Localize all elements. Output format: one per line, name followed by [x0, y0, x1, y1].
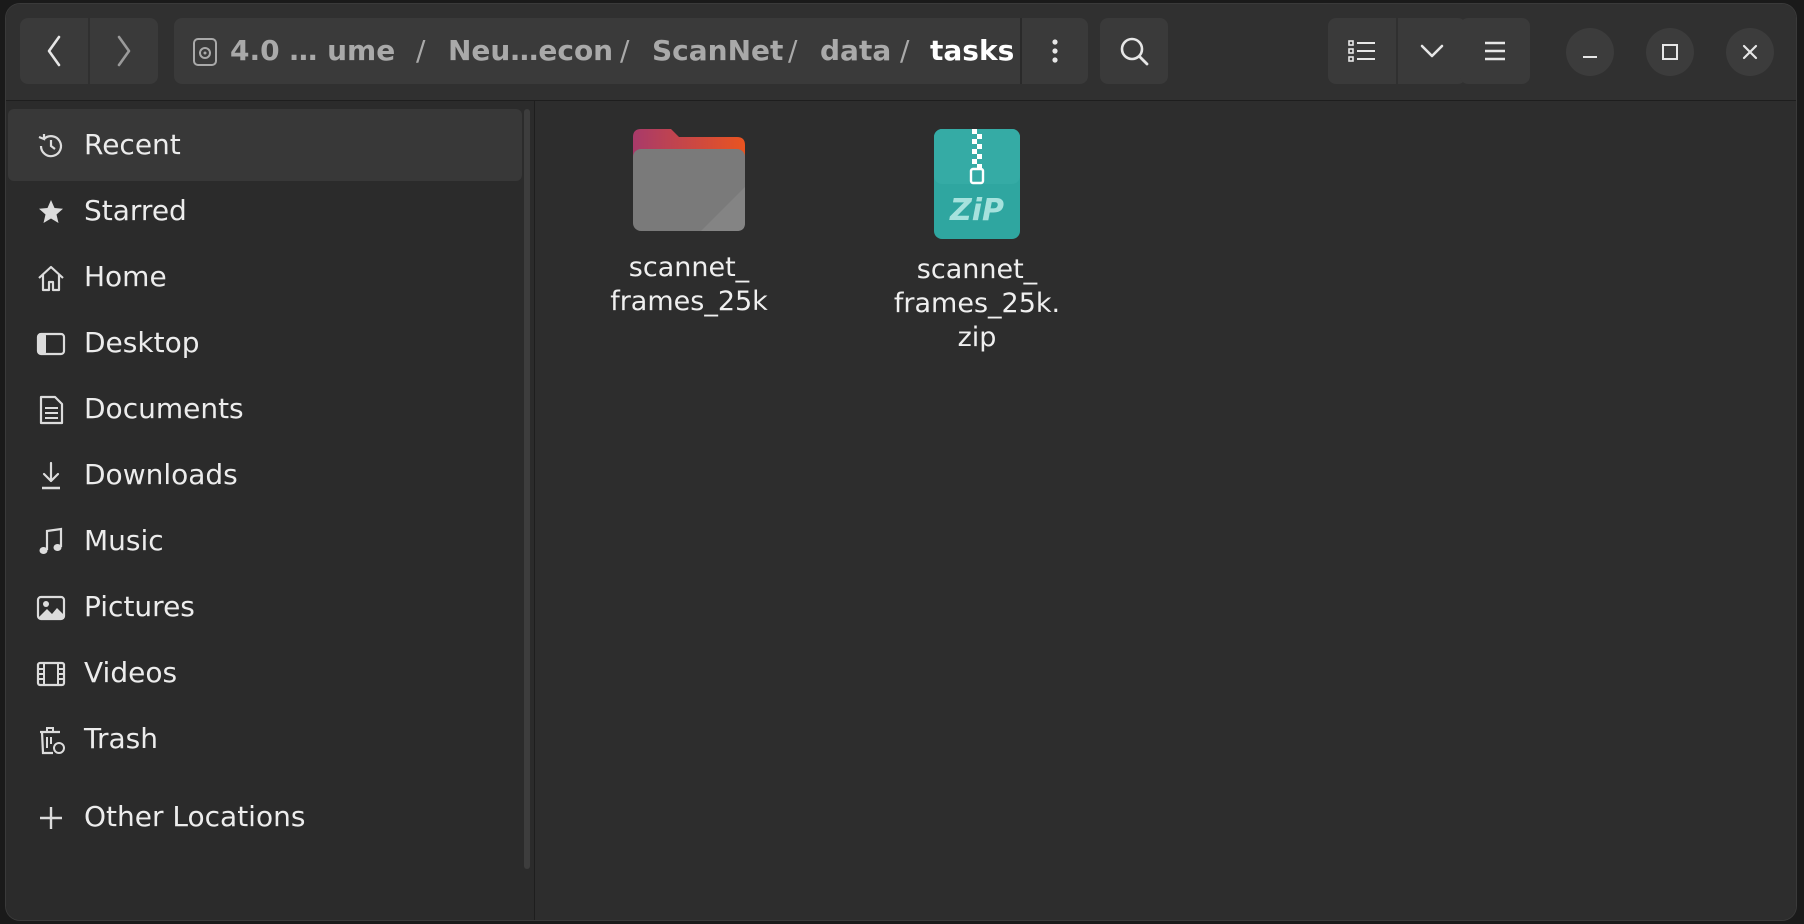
- breadcrumb-neurecon[interactable]: Neu…econ: [448, 18, 613, 84]
- sidebar-item-label: Starred: [84, 194, 187, 227]
- file-view: scannet_ frames_25k ZiP scannet_ frames_…: [535, 101, 1796, 920]
- breadcrumb-separator: /: [900, 34, 910, 67]
- breadcrumb-data[interactable]: data: [820, 18, 891, 84]
- breadcrumb-separator: /: [620, 34, 630, 67]
- sidebar-item-label: Music: [84, 524, 164, 557]
- path-bar: 4.0 … ume / Neu…econ / ScanNet / data / …: [174, 18, 1088, 84]
- forward-button[interactable]: [90, 18, 158, 84]
- sidebar-item-desktop[interactable]: Desktop: [8, 307, 522, 379]
- sidebar-item-recent[interactable]: Recent: [8, 109, 522, 181]
- star-icon: [36, 197, 66, 227]
- view-options-button[interactable]: [1398, 18, 1466, 84]
- sidebar-item-label: Home: [84, 260, 167, 293]
- video-icon: [36, 659, 66, 689]
- zip-archive-icon: ZiP: [934, 129, 1020, 239]
- hamburger-menu-icon: [1485, 41, 1505, 61]
- home-icon: [36, 263, 66, 293]
- sidebar-scrollbar[interactable]: [524, 109, 530, 869]
- folder-icon: [633, 129, 745, 231]
- trash-icon: [36, 725, 66, 755]
- sidebar-item-label: Documents: [84, 392, 244, 425]
- breadcrumb-drive[interactable]: 4.0 … ume: [230, 18, 395, 84]
- sidebar-item-documents[interactable]: Documents: [8, 373, 522, 445]
- file-name-line: frames_25k.: [893, 288, 1061, 319]
- picture-icon: [36, 593, 66, 623]
- maximize-icon: [1662, 44, 1678, 60]
- chevron-left-icon: [47, 35, 61, 67]
- main-menu-button[interactable]: [1460, 18, 1530, 84]
- back-button[interactable]: [20, 18, 88, 84]
- desktop-icon: [36, 329, 66, 359]
- file-manager-window: 4.0 … ume / Neu…econ / ScanNet / data / …: [6, 4, 1796, 920]
- sidebar-item-downloads[interactable]: Downloads: [8, 439, 522, 511]
- svg-text:ZiP: ZiP: [949, 193, 1004, 228]
- file-name-line: scannet_: [916, 254, 1038, 285]
- file-name: scannet_ frames_25k. zip: [877, 253, 1077, 355]
- sidebar: Recent Starred Home Desktop Documents Do…: [6, 101, 535, 920]
- drive-icon: [192, 38, 218, 70]
- view-list-button[interactable]: [1328, 18, 1396, 84]
- file-name-line: scannet_: [628, 252, 750, 283]
- sidebar-item-label: Other Locations: [84, 800, 306, 833]
- breadcrumb-tasks[interactable]: tasks: [930, 18, 1014, 84]
- minimize-icon: [1583, 56, 1597, 58]
- search-icon: [1120, 37, 1149, 66]
- sidebar-item-videos[interactable]: Videos: [8, 637, 522, 709]
- maximize-button[interactable]: [1646, 28, 1694, 76]
- sidebar-item-label: Recent: [84, 128, 181, 161]
- sidebar-item-other-locations[interactable]: Other Locations: [8, 781, 522, 853]
- sidebar-item-trash[interactable]: Trash: [8, 703, 522, 775]
- breadcrumb-scannet[interactable]: ScanNet: [652, 18, 783, 84]
- download-icon: [36, 461, 66, 491]
- minimize-button[interactable]: [1566, 28, 1614, 76]
- search-button[interactable]: [1100, 18, 1168, 84]
- sidebar-item-music[interactable]: Music: [8, 505, 522, 577]
- sidebar-item-home[interactable]: Home: [8, 241, 522, 313]
- sidebar-item-label: Videos: [84, 656, 178, 689]
- music-icon: [36, 527, 66, 557]
- plus-icon: [36, 803, 66, 833]
- sidebar-item-label: Trash: [84, 722, 158, 755]
- list-view-icon: [1348, 40, 1375, 62]
- file-item-folder[interactable]: scannet_ frames_25k: [589, 127, 789, 319]
- file-name-line: frames_25k: [610, 286, 768, 317]
- close-button[interactable]: [1726, 28, 1774, 76]
- vertical-dots-icon: [1052, 39, 1058, 63]
- sidebar-item-label: Downloads: [84, 458, 238, 491]
- file-item-zip[interactable]: ZiP scannet_ frames_25k. zip: [877, 127, 1077, 355]
- sidebar-item-pictures[interactable]: Pictures: [8, 571, 522, 643]
- clock-icon: [36, 131, 66, 161]
- breadcrumb-separator: /: [788, 34, 798, 67]
- file-name-line: zip: [957, 322, 997, 353]
- sidebar-item-starred[interactable]: Starred: [8, 175, 522, 247]
- breadcrumb-separator: /: [416, 34, 426, 67]
- document-icon: [36, 395, 66, 425]
- chevron-right-icon: [117, 35, 131, 67]
- path-more-button[interactable]: [1022, 18, 1088, 84]
- close-icon: [1742, 44, 1758, 60]
- chevron-down-icon: [1420, 44, 1444, 58]
- header-bar: 4.0 … ume / Neu…econ / ScanNet / data / …: [6, 4, 1796, 101]
- sidebar-item-label: Desktop: [84, 326, 200, 359]
- sidebar-item-label: Pictures: [84, 590, 195, 623]
- file-name: scannet_ frames_25k: [589, 251, 789, 319]
